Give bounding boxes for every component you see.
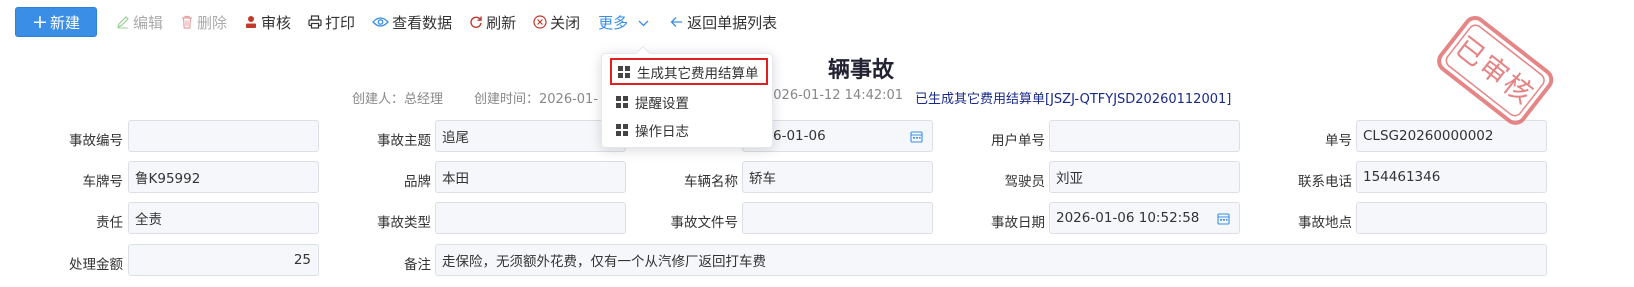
audit-button[interactable]: 审核 bbox=[243, 12, 291, 33]
menu-item-label: 提醒设置 bbox=[635, 95, 689, 112]
file-no-label: 事故文件号 bbox=[670, 215, 739, 231]
location-field[interactable] bbox=[1356, 202, 1547, 234]
trash-icon bbox=[179, 15, 194, 30]
grid-icon bbox=[616, 123, 628, 136]
calendar-icon[interactable] bbox=[1217, 212, 1230, 225]
subject-field[interactable]: 追尾 bbox=[435, 120, 626, 152]
view-data-button-label: 查看数据 bbox=[392, 13, 453, 32]
phone-field[interactable]: 154461346 bbox=[1356, 161, 1547, 193]
view-data-button[interactable]: 查看数据 bbox=[371, 12, 452, 33]
page-title: 辆事故 bbox=[827, 58, 894, 83]
new-button[interactable]: + 新建 bbox=[15, 7, 97, 37]
brand-field[interactable]: 本田 bbox=[435, 161, 626, 193]
user-icon bbox=[243, 15, 258, 30]
eye-icon bbox=[371, 15, 389, 30]
plus-icon: + bbox=[32, 10, 48, 33]
accident-type-field[interactable] bbox=[435, 202, 626, 234]
driver-label: 驾驶员 bbox=[1004, 174, 1046, 190]
refresh-button-label: 刷新 bbox=[486, 13, 517, 32]
grid-icon bbox=[616, 95, 628, 108]
back-to-list-label: 返回单据列表 bbox=[687, 13, 778, 32]
driver-field[interactable]: 刘亚 bbox=[1049, 161, 1240, 193]
accident-no-label: 事故编号 bbox=[69, 133, 123, 149]
delete-button-label: 删除 bbox=[197, 13, 228, 32]
print-button[interactable]: 打印 bbox=[307, 12, 355, 33]
menu-item-reminder-settings[interactable]: 提醒设置 bbox=[610, 88, 768, 115]
responsibility-field[interactable]: 全责 bbox=[128, 202, 319, 234]
remark-field[interactable]: 走保险，无须额外花费，仅有一个从汽修厂返回打车费 bbox=[435, 244, 1547, 276]
printer-icon bbox=[307, 15, 322, 30]
refresh-button[interactable]: 刷新 bbox=[468, 12, 516, 33]
grid-icon bbox=[618, 65, 630, 78]
new-button-label: 新建 bbox=[49, 13, 80, 32]
menu-item-operation-log[interactable]: 操作日志 bbox=[610, 116, 768, 143]
creator-text: 创建人：总经理 bbox=[352, 92, 444, 107]
accident-type-label: 事故类型 bbox=[377, 215, 431, 231]
more-dropdown-menu: 生成其它费用结算单 提醒设置 操作日志 bbox=[601, 45, 773, 148]
refresh-icon bbox=[468, 15, 483, 30]
accident-no-field[interactable] bbox=[128, 120, 319, 152]
audited-stamp: 已审核 bbox=[1415, 0, 1570, 140]
brand-label: 品牌 bbox=[404, 174, 431, 190]
close-circle-icon bbox=[532, 15, 547, 30]
menu-item-generate-settlement[interactable]: 生成其它费用结算单 bbox=[610, 58, 768, 85]
subject-label: 事故主题 bbox=[377, 133, 431, 149]
accident-date-value: 2026-01-06 10:52:58 bbox=[1056, 210, 1200, 226]
location-label: 事故地点 bbox=[1298, 215, 1352, 231]
stamp-text: 已审核 bbox=[1449, 30, 1540, 111]
accident-date-field[interactable]: 2026-01-06 10:52:58 bbox=[1049, 202, 1240, 234]
created-time-text: 创建时间：2026-01- bbox=[474, 92, 599, 107]
user-no-label: 用户单号 bbox=[991, 133, 1045, 149]
amount-label: 处理金额 bbox=[69, 257, 123, 273]
accident-date-label: 事故日期 bbox=[991, 215, 1045, 231]
back-to-list-button[interactable]: 返回单据列表 bbox=[669, 12, 777, 33]
user-no-field[interactable] bbox=[1049, 120, 1240, 152]
doc-no-label: 单号 bbox=[1325, 133, 1352, 149]
updated-time-text: 2026-01-12 14:42:01 bbox=[765, 88, 904, 103]
vehicle-name-field[interactable]: 轿车 bbox=[742, 161, 933, 193]
calendar-icon[interactable] bbox=[910, 130, 923, 143]
toolbar: + 新建 编辑 删除 审核 打印 查看数据 刷新 关闭 更多 返回单据列表 bbox=[15, 7, 777, 37]
edit-button-label: 编辑 bbox=[133, 13, 164, 32]
more-button[interactable]: 更多 bbox=[598, 12, 663, 33]
remark-label: 备注 bbox=[404, 257, 431, 273]
responsibility-label: 责任 bbox=[96, 215, 123, 231]
chevron-down-icon bbox=[638, 13, 649, 31]
menu-item-label: 操作日志 bbox=[635, 123, 689, 140]
edit-button[interactable]: 编辑 bbox=[115, 12, 163, 33]
phone-label: 联系电话 bbox=[1298, 174, 1352, 190]
plate-field[interactable]: 鲁K95992 bbox=[128, 161, 319, 193]
arrow-left-icon bbox=[669, 15, 684, 30]
print-button-label: 打印 bbox=[325, 13, 356, 32]
menu-item-label: 生成其它费用结算单 bbox=[637, 65, 759, 82]
file-no-field[interactable] bbox=[742, 202, 933, 234]
audit-button-label: 审核 bbox=[261, 13, 292, 32]
generated-doc-link[interactable]: 已生成其它费用结算单[JSZJ-QTFYJSD20260112001] bbox=[915, 88, 1231, 107]
date-field-value: 6-01-06 bbox=[773, 128, 826, 144]
plate-label: 车牌号 bbox=[82, 174, 124, 190]
more-button-label: 更多 bbox=[598, 13, 629, 32]
amount-field[interactable]: 25 bbox=[128, 244, 319, 276]
delete-button[interactable]: 删除 bbox=[179, 12, 227, 33]
close-button[interactable]: 关闭 bbox=[532, 12, 580, 33]
pencil-icon bbox=[115, 15, 130, 30]
close-button-label: 关闭 bbox=[550, 13, 581, 32]
vehicle-name-label: 车辆名称 bbox=[684, 174, 738, 190]
